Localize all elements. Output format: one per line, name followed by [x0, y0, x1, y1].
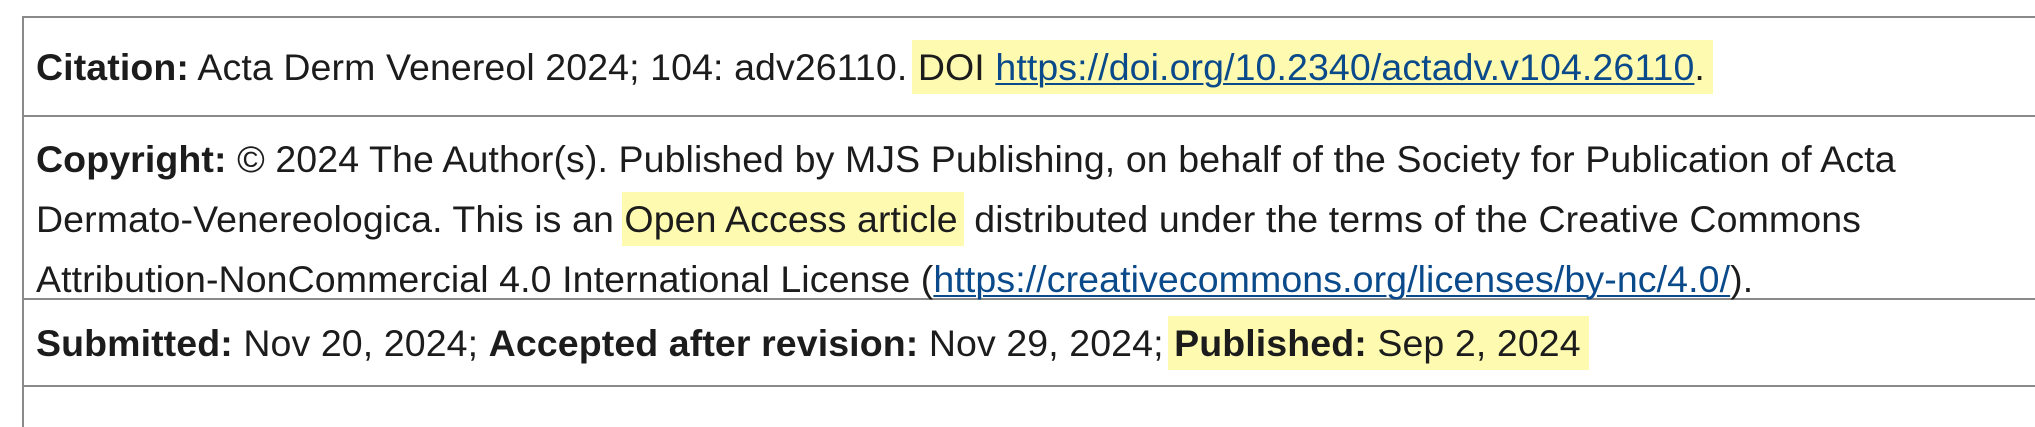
published-label: Published:	[1174, 322, 1367, 364]
doi-suffix: .	[1694, 46, 1705, 88]
copyright-label: Copyright:	[36, 138, 227, 180]
copyright-row: Copyright: © 2024 The Author(s). Publish…	[24, 117, 2035, 300]
citation-text: Acta Derm Venereol 2024; 104: adv26110.	[188, 46, 918, 88]
copyright-text-3: ).	[1730, 258, 1754, 300]
article-info-table: Citation: Acta Derm Venereol 2024; 104: …	[22, 16, 2035, 427]
published-date: Sep 2, 2024	[1366, 322, 1581, 364]
citation-label: Citation:	[36, 46, 189, 88]
submitted-label: Submitted:	[36, 322, 233, 364]
dates-row: Submitted: Nov 20, 2024; Accepted after …	[24, 300, 2035, 387]
doi-link[interactable]: https://doi.org/10.2340/actadv.v104.2611…	[995, 46, 1694, 88]
doi-prefix: DOI	[917, 46, 996, 88]
license-link[interactable]: https://creativecommons.org/licenses/by-…	[933, 258, 1730, 300]
accepted-date: Nov 29, 2024;	[918, 322, 1175, 364]
accepted-label: Accepted after revision:	[488, 322, 919, 364]
published-highlight: Published: Sep 2, 2024	[1168, 316, 1589, 370]
doi-highlight: DOI https://doi.org/10.2340/actadv.v104.…	[911, 40, 1713, 94]
citation-row: Citation: Acta Derm Venereol 2024; 104: …	[24, 18, 2035, 117]
submitted-date: Nov 20, 2024;	[232, 322, 489, 364]
next-row-partial	[24, 387, 2035, 427]
open-access-highlight: Open Access article	[622, 192, 964, 246]
